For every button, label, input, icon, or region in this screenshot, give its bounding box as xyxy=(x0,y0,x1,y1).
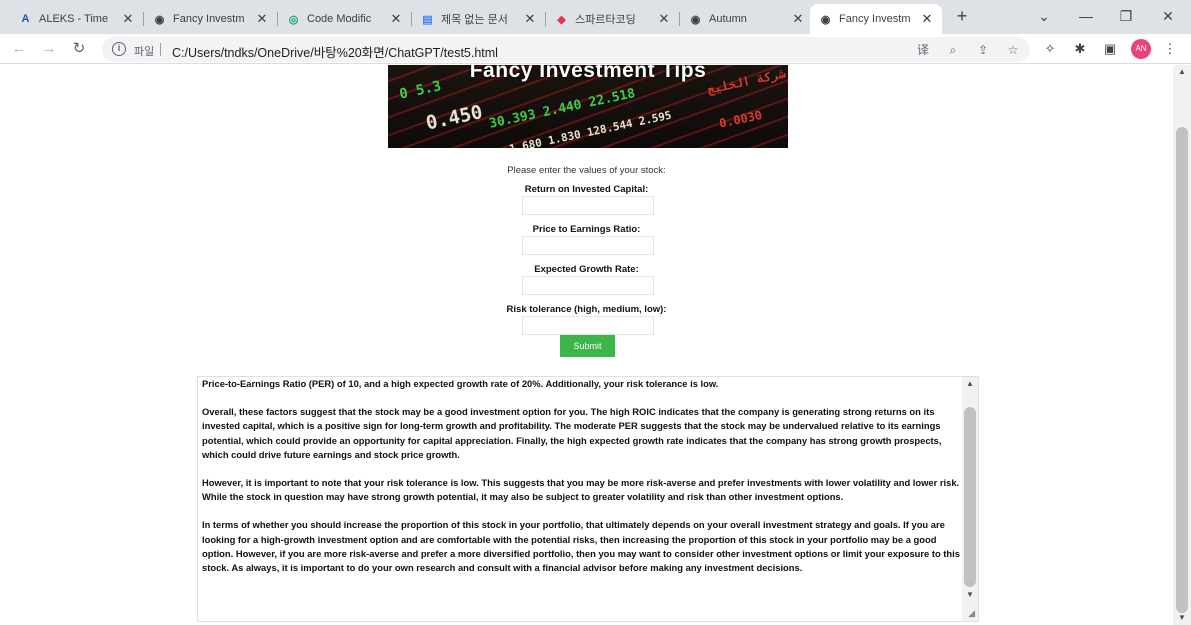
tab-7[interactable]: ◉ Fancy Investm ✕ xyxy=(810,4,942,34)
profile-avatar[interactable]: AN xyxy=(1131,39,1151,59)
tab-4[interactable]: ▤ 제목 없는 문서 ✕ xyxy=(412,4,546,34)
tab-title: Fancy Investm xyxy=(839,13,911,25)
roic-label: Return on Invested Capital: xyxy=(524,184,649,195)
reload-button[interactable]: ↻ xyxy=(68,38,90,60)
omnibox-divider xyxy=(160,43,161,56)
zoom-icon[interactable]: ⌕ xyxy=(944,41,962,59)
docs-icon: ▤ xyxy=(422,13,433,26)
per-input[interactable] xyxy=(522,236,654,255)
result-scrollbar[interactable]: ▲ ▼ xyxy=(962,377,978,621)
banner-ticker-text: 0.450 xyxy=(424,101,485,135)
tab-2[interactable]: ◉ Fancy Investm ✕ xyxy=(144,4,278,34)
tab-close-icon[interactable]: ✕ xyxy=(389,11,403,26)
tab-title: Fancy Investm xyxy=(173,13,245,25)
tab-close-icon[interactable]: ✕ xyxy=(121,11,135,26)
site-info-icon[interactable]: i xyxy=(112,42,126,56)
result-scroll-thumb[interactable] xyxy=(964,407,976,587)
submit-button[interactable]: Submit xyxy=(560,335,615,357)
minimize-button[interactable]: — xyxy=(1072,4,1100,28)
tab-1[interactable]: A ALEKS - Time ✕ xyxy=(10,4,144,34)
page-scroll-up-icon[interactable]: ▲ xyxy=(1178,67,1186,76)
risk-tolerance-input[interactable] xyxy=(522,316,654,335)
page-scrollbar[interactable]: ▲ ▼ xyxy=(1173,65,1191,625)
aleks-icon: A xyxy=(21,13,30,25)
tab-close-icon[interactable]: ✕ xyxy=(791,11,805,26)
extension-sparkle-icon[interactable]: ✧ xyxy=(1040,39,1060,59)
bookmark-star-icon[interactable]: ☆ xyxy=(1004,41,1022,59)
result-paragraph: However, it is important to note that yo… xyxy=(202,477,960,503)
globe-icon: ◉ xyxy=(154,13,165,26)
address-bar[interactable]: i 파일 C:/Users/tndks/OneDrive/바탕%20화면/Cha… xyxy=(102,37,1030,62)
scroll-up-arrow-icon[interactable]: ▲ xyxy=(966,379,974,388)
banner-ticker-text: 0.0030 xyxy=(718,107,764,131)
forward-button[interactable]: → xyxy=(38,38,60,60)
result-paragraph: Overall, these factors suggest that the … xyxy=(202,406,942,460)
sparta-icon: ◆ xyxy=(557,13,566,26)
result-text: Price-to-Earnings Ratio (PER) of 10, and… xyxy=(202,377,962,589)
tab-close-icon[interactable]: ✕ xyxy=(657,11,671,26)
tab-close-icon[interactable]: ✕ xyxy=(255,11,269,26)
translate-icon[interactable]: 译 xyxy=(914,41,932,59)
tab-title: Code Modific xyxy=(307,13,372,25)
tab-title: 제목 없는 문서 xyxy=(441,14,508,26)
globe-icon: ◉ xyxy=(820,13,831,26)
tab-close-icon[interactable]: ✕ xyxy=(523,11,537,26)
result-paragraph: In terms of whether you should increase … xyxy=(202,519,960,574)
risk-tolerance-label: Risk tolerance (high, medium, low): xyxy=(506,304,667,315)
per-label: Price to Earnings Ratio: xyxy=(532,224,641,235)
tab-6[interactable]: ◉ Autumn ✕ xyxy=(680,4,814,34)
globe-icon: ◉ xyxy=(690,13,701,26)
back-button[interactable]: ← xyxy=(8,38,30,60)
page-scroll-thumb[interactable] xyxy=(1176,127,1188,613)
resize-grip-icon[interactable]: ◢ xyxy=(968,608,975,619)
tab-strip: A ALEKS - Time ✕ ◉ Fancy Investm ✕ ◎ Code Modif… xyxy=(0,0,1191,34)
page-content: 0 5.3 0.450 30.393 2.440 22.518 1.680 1.830… xyxy=(0,65,1173,625)
new-tab-button[interactable]: + xyxy=(952,6,972,26)
side-panel-icon[interactable]: ▣ xyxy=(1100,39,1120,59)
form-prompt: Please enter the values of your stock: xyxy=(507,165,666,176)
tab-title: Autumn xyxy=(709,13,747,25)
restore-button[interactable]: ❐ xyxy=(1112,4,1140,28)
tab-title: 스파르타코딩 xyxy=(575,14,636,26)
banner-image: 0 5.3 0.450 30.393 2.440 22.518 1.680 1.830… xyxy=(388,65,788,148)
tab-5[interactable]: ◆ 스파르타코딩 ✕ xyxy=(546,4,680,34)
result-paragraph: Price-to-Earnings Ratio (PER) of 10, and… xyxy=(202,378,719,389)
extensions-puzzle-icon[interactable]: ✱ xyxy=(1070,39,1090,59)
tab-3[interactable]: ◎ Code Modific ✕ xyxy=(278,4,412,34)
tab-title: ALEKS - Time xyxy=(39,13,109,25)
tab-search-dropdown-icon[interactable]: ⌄ xyxy=(1030,4,1058,28)
browser-toolbar: ← → ↻ i 파일 C:/Users/tndks/OneDrive/바탕%20… xyxy=(0,34,1191,64)
growth-rate-label: Expected Growth Rate: xyxy=(534,264,639,275)
close-window-button[interactable]: ✕ xyxy=(1154,4,1182,28)
page-scroll-down-icon[interactable]: ▼ xyxy=(1178,613,1186,622)
menu-kebab-icon[interactable]: ⋮ xyxy=(1160,39,1180,59)
scheme-label: 파일 xyxy=(134,46,155,58)
roic-input[interactable] xyxy=(522,196,654,215)
openai-icon: ◎ xyxy=(288,13,299,26)
scroll-down-arrow-icon[interactable]: ▼ xyxy=(966,590,974,599)
url-text[interactable]: C:/Users/tndks/OneDrive/바탕%20화면/ChatGPT/… xyxy=(172,42,498,61)
banner-title: Fancy Investment Tips xyxy=(469,65,707,82)
result-textarea[interactable]: Price-to-Earnings Ratio (PER) of 10, and… xyxy=(197,376,979,622)
tab-close-icon[interactable]: ✕ xyxy=(920,11,934,26)
share-icon[interactable]: ⇪ xyxy=(974,41,992,59)
growth-rate-input[interactable] xyxy=(522,276,654,295)
